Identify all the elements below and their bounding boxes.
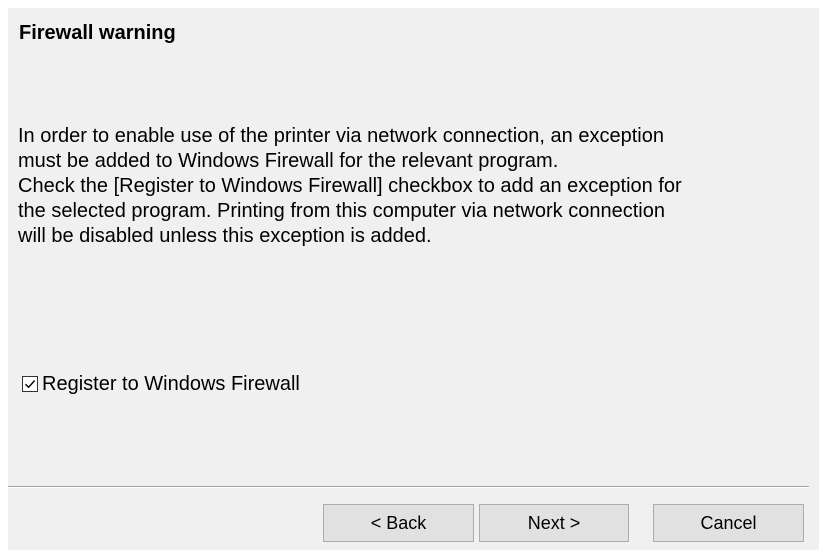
message-line: Check the [Register to Windows Firewall]…	[18, 175, 682, 197]
checkbox-label[interactable]: Register to Windows Firewall	[42, 372, 300, 396]
message-line: will be disabled unless this exception i…	[18, 225, 432, 247]
warning-message: In order to enable use of the printer vi…	[18, 124, 813, 249]
next-button[interactable]: Next >	[479, 504, 629, 542]
firewall-warning-dialog: Firewall warning In order to enable use …	[8, 8, 819, 550]
back-button[interactable]: < Back	[323, 504, 474, 542]
cancel-button[interactable]: Cancel	[653, 504, 804, 542]
button-divider	[8, 486, 809, 488]
checkbox-checkmark-icon[interactable]	[22, 376, 38, 392]
message-line: In order to enable use of the printer vi…	[18, 125, 664, 147]
dialog-title: Firewall warning	[19, 22, 176, 44]
message-line: must be added to Windows Firewall for th…	[18, 150, 559, 172]
register-firewall-checkbox[interactable]: Register to Windows Firewall	[22, 372, 300, 396]
message-line: the selected program. Printing from this…	[18, 200, 665, 222]
